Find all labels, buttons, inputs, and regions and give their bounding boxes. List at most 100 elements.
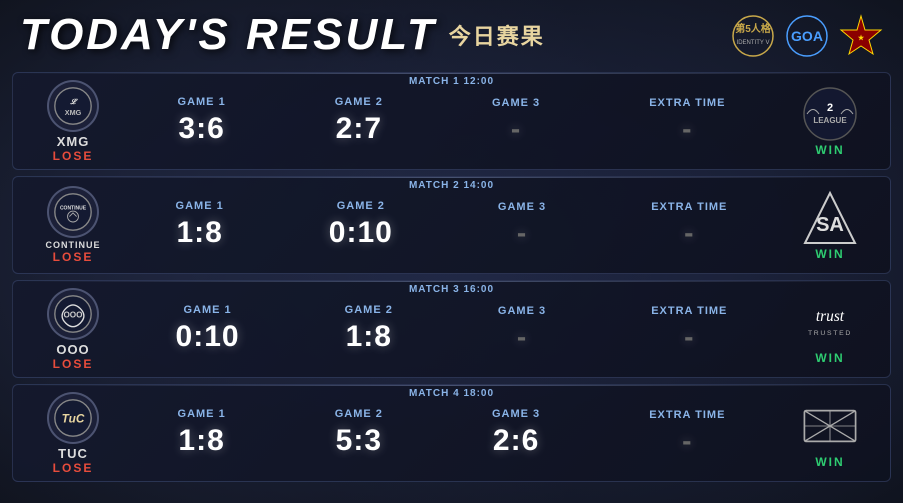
match-3-game2-score: 1:8 (346, 320, 392, 354)
match-2-left-result: LOSE (53, 250, 94, 264)
svg-text:2: 2 (827, 102, 833, 114)
match-4-game1-score: 1:8 (178, 424, 224, 458)
sponsor-logos: 第5人格 IDENTITY V GOA ★ (731, 14, 883, 58)
match-2-game2: GAME 2 0:10 (329, 200, 393, 250)
match-1-left-logo: 𝓛 XMG (47, 80, 99, 132)
match-4-extra-label: EXTRA TIME (649, 409, 725, 421)
match-4-game3-label: GAME 3 (492, 408, 540, 420)
svg-text:CONTINUE: CONTINUE (60, 205, 87, 211)
match-1-game3-score: - (511, 113, 521, 145)
extra-icon: ★ (839, 14, 883, 58)
match-2-game1-score: 1:8 (176, 216, 222, 250)
match-4-left-result: LOSE (53, 461, 94, 475)
2league-logo-icon: 2 LEAGUE (801, 85, 859, 143)
match-4-left-name: TUC (58, 446, 88, 461)
match-4-game1-label: GAME 1 (178, 408, 226, 420)
goa-logo: GOA (785, 14, 829, 58)
match-1-extra-score: - (682, 113, 692, 145)
match-row-4: MATCH 4 18:00 TuC TUC LOSE GAME 1 1:8 (12, 384, 891, 482)
match-2-game1-label: GAME 1 (176, 200, 224, 212)
match-2-content: CONTINUE CONTINUE LOSE GAME 1 1:8 GAME 2… (13, 177, 890, 273)
match-2-game2-score: 0:10 (329, 216, 393, 250)
title-chinese: 今日赛果 (449, 19, 545, 51)
match-1-left-result: LOSE (53, 149, 94, 163)
match-3-right-result: WIN (815, 351, 844, 365)
main-title: TODAY'S RESULT 今日赛果 (20, 10, 545, 60)
goa-icon: GOA (785, 14, 829, 58)
match-1-extra: EXTRA TIME - (649, 97, 725, 145)
match-2-header: MATCH 2 14:00 (409, 180, 494, 191)
match-3-left-result: LOSE (53, 357, 94, 371)
svg-text:SA: SA (816, 214, 844, 236)
match-3-game2-label: GAME 2 (345, 304, 393, 316)
svg-text:trust: trust (816, 308, 845, 325)
match-4-game3-score: 2:6 (493, 424, 539, 458)
match-3-extra: EXTRA TIME - (651, 305, 727, 353)
match-3-right-team: trust TRUSTED WIN (780, 293, 880, 365)
match-2-right-logo: SA (801, 189, 859, 247)
match-3-game3-label: GAME 3 (498, 305, 546, 317)
ooo-logo-icon: OOO (53, 294, 93, 334)
match-3-right-logo: trust TRUSTED (801, 293, 859, 351)
svg-text:TRUSTED: TRUSTED (808, 330, 852, 337)
match-1-left-team: 𝓛 XMG XMG LOSE (23, 80, 123, 163)
match-2-game3-score: - (517, 217, 527, 249)
match-4-right-logo (801, 397, 859, 455)
match-4-games: GAME 1 1:8 GAME 2 5:3 GAME 3 2:6 EXTRA T… (123, 408, 780, 458)
match-2-left-name: CONTINUE (46, 240, 101, 250)
title-english: TODAY'S RESULT (20, 10, 437, 60)
match-3-game2: GAME 2 1:8 (345, 304, 393, 354)
match-3-left-name: OOO (56, 342, 89, 357)
match-2-game3: GAME 3 - (498, 201, 546, 249)
match-2-right-result: WIN (815, 247, 844, 261)
match-3-game1-score: 0:10 (176, 320, 240, 354)
tuc-logo-icon: TuC (53, 398, 93, 438)
match-1-right-logo: 2 LEAGUE (801, 85, 859, 143)
trusted-logo-icon: trust TRUSTED (801, 293, 859, 351)
match-row-1: MATCH 1 12:00 𝓛 XMG XMG LOSE GAME 1 (12, 72, 891, 170)
match-1-game1-label: GAME 1 (178, 96, 226, 108)
match-1-header: MATCH 1 12:00 (409, 76, 494, 87)
svg-text:GOA: GOA (791, 28, 823, 44)
idv-icon: 第5人格 IDENTITY V (731, 14, 775, 58)
match-3-left-team: OOO OOO LOSE (23, 288, 123, 371)
match-2-left-logo: CONTINUE (47, 186, 99, 238)
match-3-game3-score: - (517, 321, 527, 353)
match-3-extra-score: - (684, 321, 694, 353)
svg-text:第5人格: 第5人格 (735, 22, 772, 35)
match-1-content: 𝓛 XMG XMG LOSE GAME 1 3:6 GAME 2 2:7 (13, 73, 890, 169)
continue-logo-icon: CONTINUE (53, 192, 93, 232)
match-4-content: TuC TUC LOSE GAME 1 1:8 GAME 2 5:3 GAME … (13, 385, 890, 481)
match-2-game2-label: GAME 2 (337, 200, 385, 212)
match-4-header: MATCH 4 18:00 (409, 388, 494, 399)
match-3-extra-label: EXTRA TIME (651, 305, 727, 317)
match-3-game1-label: GAME 1 (183, 304, 231, 316)
match-4-game2: GAME 2 5:3 (335, 408, 383, 458)
match-4-game2-score: 5:3 (336, 424, 382, 458)
matches-container: MATCH 1 12:00 𝓛 XMG XMG LOSE GAME 1 (12, 72, 891, 482)
match-2-right-team: SA WIN (780, 189, 880, 261)
match-2-extra-score: - (684, 217, 694, 249)
sa-logo-icon: SA (801, 189, 859, 247)
match-1-game2-score: 2:7 (336, 112, 382, 146)
match-1-game3: GAME 3 - (492, 97, 540, 145)
match-row-3: MATCH 3 16:00 OOO OOO LOSE GAME 1 0:10 (12, 280, 891, 378)
extra-badge: ★ (839, 14, 883, 58)
match-1-right-result: WIN (815, 143, 844, 157)
svg-text:XMG: XMG (65, 108, 82, 117)
match-4-left-team: TuC TUC LOSE (23, 392, 123, 475)
match-2-games: GAME 1 1:8 GAME 2 0:10 GAME 3 - EXTRA TI… (123, 200, 780, 250)
match-1-game2-label: GAME 2 (335, 96, 383, 108)
match-3-header: MATCH 3 16:00 (409, 284, 494, 295)
match-4-left-logo: TuC (47, 392, 99, 444)
match-3-game1: GAME 1 0:10 (176, 304, 240, 354)
match-2-extra: EXTRA TIME - (651, 201, 727, 249)
match-4-game1: GAME 1 1:8 (178, 408, 226, 458)
match-1-right-team: 2 LEAGUE WIN (780, 85, 880, 157)
match-3-games: GAME 1 0:10 GAME 2 1:8 GAME 3 - EXTRA TI… (123, 304, 780, 354)
match-1-game1: GAME 1 3:6 (178, 96, 226, 146)
match-4-right-team: WIN (780, 397, 880, 469)
svg-text:IDENTITY V: IDENTITY V (737, 40, 770, 46)
zzz-logo-icon (801, 402, 859, 450)
svg-text:LEAGUE: LEAGUE (813, 116, 847, 125)
